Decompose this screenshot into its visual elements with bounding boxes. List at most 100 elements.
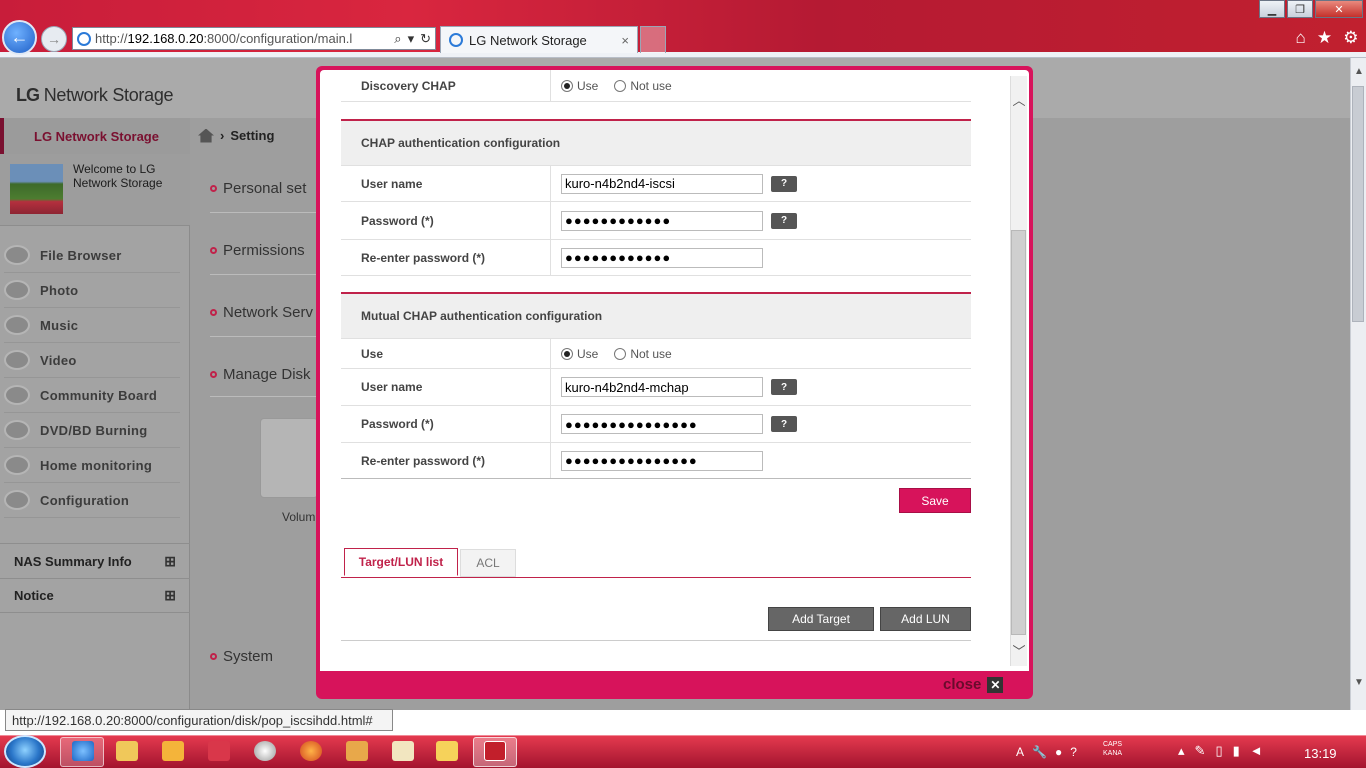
discovery-chap-not-use-radio[interactable]: Not use [614,79,672,93]
pdf-icon[interactable] [484,741,506,761]
chap-password-input[interactable]: ●●●●●●●●●●●● [561,210,763,231]
page-scroll-thumb[interactable] [1352,86,1364,322]
forward-button[interactable]: → [41,26,67,52]
chap-section-header: CHAP authentication configuration [341,119,971,165]
sidebar-item-music[interactable]: Music [4,308,180,343]
minimize-button[interactable]: ▁ [1259,0,1285,18]
home-icon[interactable] [198,128,214,143]
help-button[interactable]: ? [771,212,797,229]
volume-icon[interactable]: ◄ [1250,743,1263,759]
pin-icon[interactable] [208,741,230,761]
video-icon [4,350,30,370]
arrow-right-icon: → [47,31,61,47]
tab-acl[interactable]: ACL [460,549,516,577]
browser-tab[interactable]: LG Network Storage × [440,26,638,53]
mutual-chap-reenter-password-input[interactable]: ●●●●●●●●●●●●●●● [561,450,763,471]
expand-icon[interactable]: ⊞ [164,553,176,570]
add-lun-button[interactable]: Add LUN [880,607,971,631]
back-button[interactable]: ← [2,20,37,55]
chap-username-input[interactable]: kuro-n4b2nd4-iscsi [561,173,763,194]
search-icon[interactable]: ⌕ [394,31,401,47]
new-tab-button[interactable] [640,26,666,53]
help-button[interactable]: ? [771,379,797,395]
sidebar: LG Network Storage Welcome to LG Network… [0,118,190,710]
app-logo[interactable]: LG Network Storage [16,85,174,106]
bullet-icon [210,246,217,254]
chap-password-label: Password (*) [341,202,551,239]
mutual-chap-reenter-row: Re-enter password (*) ●●●●●●●●●●●●●●● [341,443,971,479]
sidebar-item-photo[interactable]: Photo [4,273,180,308]
signal-icon[interactable]: ▮ [1233,743,1240,759]
start-button[interactable] [4,735,46,768]
gear-icon[interactable]: ⚙ [1343,28,1358,50]
popup-close-button[interactable]: close ✕ [943,676,1004,693]
bullet-icon [210,652,217,660]
help-button[interactable]: ? [771,175,797,192]
sticky-notes-icon[interactable] [436,741,458,761]
section-manage-disk[interactable]: Manage Disk [210,362,320,386]
wrench-icon[interactable]: 🔧 [1032,745,1047,759]
folder-icon[interactable] [116,741,138,761]
mutual-chap-use-radio[interactable]: Use [561,347,598,361]
disc-app-icon[interactable] [254,741,276,761]
divider [210,396,320,397]
close-tab-icon[interactable]: × [621,33,629,48]
chap-reenter-password-input[interactable]: ●●●●●●●●●●●● [561,247,763,268]
discovery-chap-use-radio[interactable]: Use [561,79,598,93]
add-target-button[interactable]: Add Target [768,607,874,631]
expand-icon[interactable]: ⊞ [164,587,176,604]
address-bar[interactable]: http://192.168.0.20:8000/configuration/m… [72,27,436,50]
popup-scroll-thumb[interactable] [1011,230,1026,635]
ie-icon[interactable] [72,741,94,761]
sidebar-item-file-browser[interactable]: File Browser [4,238,180,273]
mutual-chap-password-input[interactable]: ●●●●●●●●●●●●●●● [561,414,763,434]
maximize-button[interactable]: ❐ [1287,0,1313,18]
sidebar-item-community-board[interactable]: Community Board [4,378,180,413]
close-icon[interactable]: ✕ [987,676,1004,693]
sidebar-item-video[interactable]: Video [4,343,180,378]
tray-expand-icon[interactable]: ▴ [1178,743,1185,759]
firefox-icon[interactable] [300,741,322,761]
nas-summary-toggle[interactable]: NAS Summary Info ⊞ [0,543,190,578]
sidebar-item-dvd-burning[interactable]: DVD/BD Burning [4,413,180,448]
dropdown-icon[interactable]: ▾ [408,31,415,47]
section-network[interactable]: Network Serv [210,300,320,324]
media-player-icon[interactable] [162,741,184,761]
star-icon[interactable]: ★ [1317,28,1332,50]
iscsi-popup: Discovery CHAP Use Not use CHAP authenti… [316,66,1033,699]
ime-icon[interactable]: A [1016,745,1024,759]
network-ball-icon[interactable]: ● [1055,745,1062,759]
tab-target-lun-list[interactable]: Target/LUN list [344,548,458,576]
volume-icon[interactable] [260,418,318,498]
close-window-button[interactable]: ✕ [1315,0,1363,18]
welcome-box: Welcome to LG Network Storage [0,154,190,226]
chap-password-row: Password (*) ●●●●●●●●●●●●? [341,202,971,240]
scroll-up-arrow-icon[interactable]: ▲ [1351,66,1366,77]
refresh-icon[interactable]: ↻ [420,31,431,47]
home-icon[interactable]: ⌂ [1296,28,1306,50]
sidebar-item-configuration[interactable]: Configuration [4,483,180,518]
sidebar-item-home-monitoring[interactable]: Home monitoring [4,448,180,483]
pin-tray-icon[interactable]: ✎ [1195,743,1206,759]
chap-reenter-label: Re-enter password (*) [341,240,551,275]
help-tray-icon[interactable]: ? [1070,745,1077,759]
notepad-icon[interactable] [392,741,414,761]
mutual-chap-username-input[interactable]: kuro-n4b2nd4-mchap [561,377,763,397]
scroll-down-arrow-icon[interactable]: ▼ [1351,677,1366,688]
battery-icon[interactable]: ▯ [1215,743,1222,759]
section-permissions[interactable]: Permissions [210,238,320,262]
section-personal[interactable]: Personal set [210,176,320,200]
chevron-down-icon[interactable]: ﹀ [1011,641,1027,660]
chevron-up-icon[interactable]: ︿ [1011,90,1027,109]
archive-icon[interactable] [346,741,368,761]
mutual-chap-password-label: Password (*) [341,406,551,442]
mutual-chap-section-header: Mutual CHAP authentication configuration [341,292,971,338]
mutual-chap-not-use-radio[interactable]: Not use [614,347,672,361]
clock[interactable]: 13:19 [1304,746,1337,761]
notice-toggle[interactable]: Notice ⊞ [0,578,190,613]
help-button[interactable]: ? [771,416,797,432]
divider [210,336,320,337]
save-button[interactable]: Save [899,488,971,513]
music-icon [4,315,30,335]
section-system[interactable]: System [210,644,320,668]
